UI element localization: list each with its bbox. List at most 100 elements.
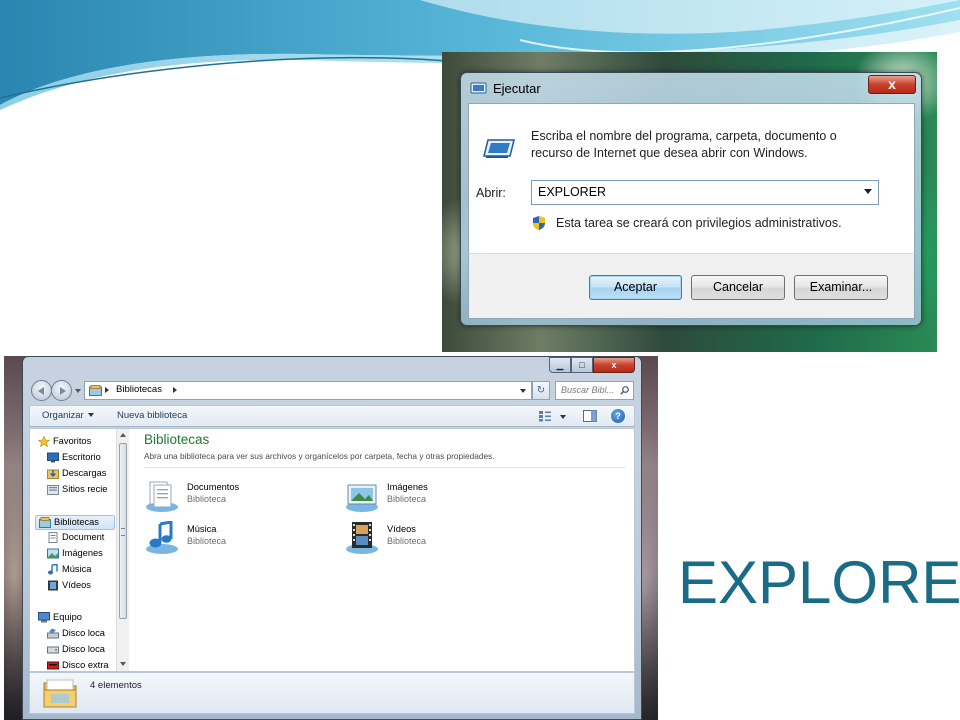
cancel-button[interactable]: Cancelar — [691, 275, 785, 300]
open-label: Abrir: — [476, 186, 506, 200]
run-dialog-window: Ejecutar x Escriba el nombre del program… — [460, 72, 922, 326]
organize-button[interactable]: Organizar — [42, 410, 94, 421]
tree-item-label[interactable]: Disco loca — [62, 628, 105, 638]
library-type: Biblioteca — [387, 494, 427, 504]
open-input-value[interactable]: EXPLORER — [538, 185, 606, 199]
run-description: Escriba el nombre del programa, carpeta,… — [531, 128, 901, 162]
tree-item-label[interactable]: Disco loca — [62, 644, 105, 654]
uac-shield-icon — [533, 216, 545, 230]
explorer-main-pane: Favoritos Escritorio Descargas Sitios re… — [29, 428, 635, 672]
change-view-icon[interactable] — [538, 410, 552, 422]
libraries-content: Bibliotecas Abra una biblioteca para ver… — [136, 429, 628, 671]
local-disk-icon — [47, 646, 59, 654]
desktop-icon — [47, 452, 59, 463]
tree-item-label[interactable]: Disco extra — [62, 660, 109, 670]
chevron-down-icon[interactable] — [87, 413, 94, 418]
libraries-description: Abra una biblioteca para ver sus archivo… — [144, 451, 495, 461]
help-icon[interactable]: ? — [611, 409, 625, 423]
window-caption-buttons: ▁ □ x — [549, 357, 635, 374]
command-bar: Organizar Nueva biblioteca ? — [29, 405, 635, 427]
refresh-button[interactable]: ↻ — [532, 381, 550, 400]
open-combobox[interactable]: EXPLORER — [531, 180, 879, 205]
tree-item-label[interactable]: Bibliotecas — [54, 517, 99, 527]
ok-button[interactable]: Aceptar — [589, 275, 682, 300]
library-name[interactable]: Vídeos — [387, 524, 416, 534]
back-button[interactable] — [31, 380, 52, 401]
run-dialog-titlebar[interactable]: Ejecutar x — [461, 73, 921, 103]
breadcrumb-chevron-icon[interactable] — [173, 387, 177, 393]
scroll-up-icon[interactable] — [120, 433, 126, 437]
library-name[interactable]: Imágenes — [387, 482, 428, 492]
tree-item-label[interactable]: Document — [62, 532, 104, 542]
run-description-line-2: recurso de Internet que desea abrir con … — [531, 146, 808, 160]
library-documentos[interactable]: Documentos Biblioteca — [144, 477, 334, 515]
tree-item-label[interactable]: Imágenes — [62, 548, 103, 558]
scrollbar-thumb[interactable] — [119, 443, 127, 619]
library-imagenes[interactable]: Imágenes Biblioteca — [344, 477, 534, 515]
new-library-button[interactable]: Nueva biblioteca — [117, 410, 187, 421]
details-pane: 4 elementos — [29, 672, 635, 714]
recent-pages-chevron-icon[interactable] — [75, 389, 81, 393]
pictures-library-icon — [346, 484, 378, 512]
divider — [144, 467, 626, 468]
tree-item-label[interactable]: Equipo — [53, 612, 82, 622]
tree-item-label[interactable]: Favoritos — [53, 436, 91, 446]
search-placeholder[interactable]: Buscar Bibl... — [561, 385, 614, 395]
navigation-bar: Bibliotecas ↻ Buscar Bibl... — [29, 379, 635, 403]
library-type: Biblioteca — [187, 536, 227, 546]
item-count: 4 elementos — [90, 680, 142, 691]
local-disk-icon — [47, 628, 59, 639]
organize-label[interactable]: Organizar — [42, 410, 84, 421]
library-name[interactable]: Música — [187, 524, 216, 534]
slide: Ejecutar x Escriba el nombre del program… — [0, 0, 960, 720]
videos-icon — [48, 580, 58, 591]
breadcrumb-bibliotecas[interactable]: Bibliotecas — [116, 384, 162, 395]
minimize-button[interactable]: ▁ — [549, 357, 571, 373]
tree-item-label[interactable]: Vídeos — [62, 580, 91, 590]
address-bar[interactable]: Bibliotecas — [84, 381, 532, 400]
libraries-icon — [89, 385, 102, 396]
preview-pane-icon[interactable] — [583, 410, 597, 422]
run-icon — [470, 82, 487, 94]
slide-title: EXPLORER — [678, 549, 960, 616]
downloads-icon — [47, 469, 59, 479]
chevron-down-icon[interactable] — [864, 189, 872, 194]
library-videos[interactable]: Vídeos Biblioteca — [344, 519, 534, 557]
tree-item-label[interactable]: Sitios recie — [62, 484, 107, 494]
pictures-icon — [47, 548, 59, 559]
run-dialog-body: Escriba el nombre del programa, carpeta,… — [468, 103, 915, 253]
scroll-down-icon[interactable] — [120, 662, 126, 666]
library-type: Biblioteca — [387, 536, 427, 546]
libraries-heading: Bibliotecas — [144, 432, 210, 447]
breadcrumb-chevron-icon[interactable] — [105, 387, 109, 393]
computer-icon — [38, 612, 50, 623]
tree-item-label[interactable]: Música — [62, 564, 91, 574]
forward-button[interactable] — [51, 380, 72, 401]
admin-privileges-note: Esta tarea se creará con privilegios adm… — [556, 216, 842, 230]
tree-item-bibliotecas[interactable]: Bibliotecas — [35, 515, 115, 530]
music-library-icon — [146, 521, 178, 554]
navigation-scrollbar[interactable] — [116, 429, 129, 671]
run-dialog-title: Ejecutar — [493, 81, 541, 96]
tree-item-label[interactable]: Descargas — [62, 468, 106, 478]
maximize-button[interactable]: □ — [571, 357, 593, 373]
search-icon[interactable] — [620, 386, 629, 395]
run-dialog-footer: Aceptar Cancelar Examinar... — [468, 253, 915, 319]
library-name[interactable]: Documentos — [187, 482, 239, 492]
address-dropdown-icon[interactable] — [520, 389, 526, 393]
run-description-line-1: Escriba el nombre del programa, carpeta,… — [531, 129, 837, 143]
recent-places-icon — [47, 485, 59, 495]
close-button[interactable]: x — [593, 357, 635, 373]
browse-button[interactable]: Examinar... — [794, 275, 888, 300]
library-musica[interactable]: Música Biblioteca — [144, 519, 334, 557]
navigation-pane: Favoritos Escritorio Descargas Sitios re… — [30, 429, 130, 671]
tree-item-label[interactable]: Escritorio — [62, 452, 101, 462]
libraries-folder-icon — [43, 679, 77, 708]
documents-library-icon — [146, 481, 178, 512]
documents-icon — [48, 532, 58, 543]
view-options-chevron-icon[interactable] — [560, 415, 566, 419]
run-dialog-screenshot: Ejecutar x Escriba el nombre del program… — [442, 52, 937, 352]
search-box[interactable]: Buscar Bibl... — [555, 381, 634, 400]
music-icon — [48, 564, 58, 575]
close-button[interactable]: x — [868, 75, 916, 94]
